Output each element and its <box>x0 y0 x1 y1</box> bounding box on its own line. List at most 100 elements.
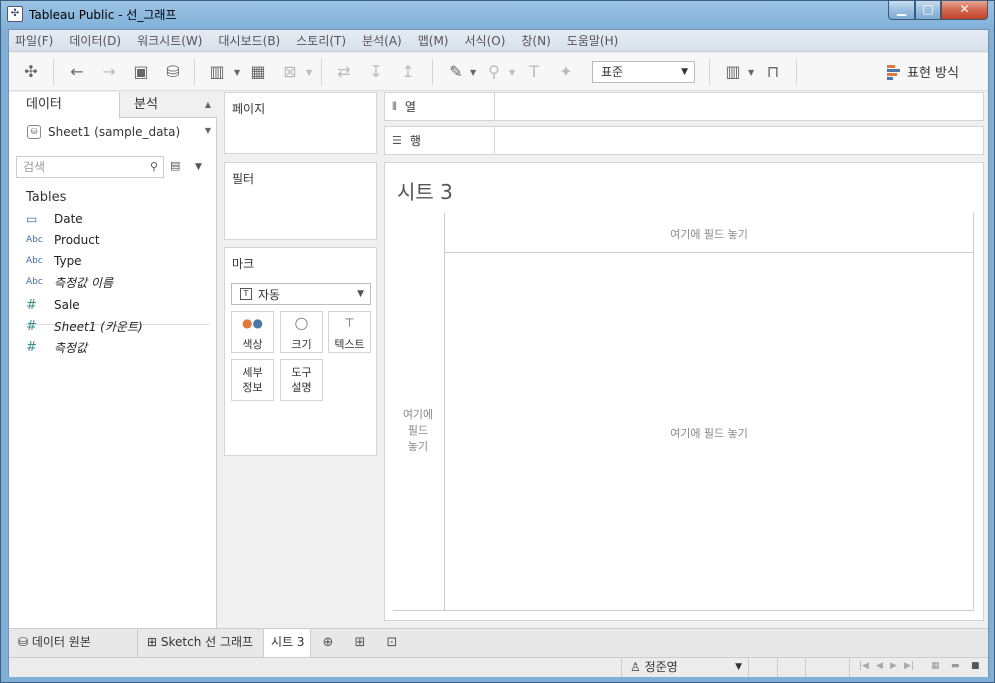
tabs-view-icon[interactable]: ■ <box>971 661 980 671</box>
text-button[interactable]: ⊤ 텍스트 <box>328 311 371 353</box>
redo-icon[interactable]: → <box>98 61 120 83</box>
previous-sheet-icon[interactable]: ◀ <box>876 661 883 671</box>
field-type[interactable]: Abc Type <box>26 251 82 271</box>
chevron-down-icon[interactable]: ▼ <box>748 68 755 77</box>
menu-file[interactable]: 파일(F) <box>15 32 53 49</box>
data-source-item[interactable]: ⛁ Sheet1 (sample_data) <box>27 125 180 139</box>
grid-view-icon[interactable]: ▦ <box>931 661 940 671</box>
color-button[interactable]: ●● 색상 <box>231 311 274 353</box>
duplicate-sheet-icon[interactable]: ▦ <box>247 61 269 83</box>
show-cards-icon[interactable]: ▥ <box>722 61 744 83</box>
number-type-icon: # <box>26 318 37 334</box>
fit-select-value: 표준 <box>601 65 624 79</box>
field-search-input[interactable]: 검색 ⚲ <box>16 156 164 178</box>
view-gridline <box>973 213 974 611</box>
group-members-icon[interactable]: ⚲ <box>483 61 505 83</box>
size-button[interactable]: ◯ 크기 <box>280 311 323 353</box>
menu-format[interactable]: 서식(O) <box>465 32 506 49</box>
close-button[interactable]: ✕ <box>941 1 988 20</box>
menu-worksheet[interactable]: 워크시트(W) <box>137 32 202 49</box>
tab-data[interactable]: 데이터 <box>9 92 120 119</box>
clear-sheet-icon[interactable]: ⊠ <box>279 61 301 83</box>
fit-select[interactable]: 표준 ▼ <box>592 61 695 83</box>
new-story-icon[interactable]: ⊡ <box>381 633 403 653</box>
tab-data-source[interactable]: ⛁ 데이터 원본 <box>9 629 138 657</box>
data-source-name: Sheet1 (sample_data) <box>48 125 181 139</box>
menu-analysis[interactable]: 분석(A) <box>362 32 402 49</box>
filters-card[interactable]: 필터 <box>224 162 377 240</box>
color-icon: ●● <box>242 316 263 330</box>
sheet-tab-bar: ⛁ 데이터 원본 ⊞ Sketch 선 그래프 시트 3 ⊕ ⊞ ⊡ <box>9 628 988 657</box>
pages-card[interactable]: 페이지 <box>224 92 377 154</box>
field-measure-values[interactable]: # 측정값 <box>26 337 87 357</box>
worksheet-view[interactable]: 시트 3 여기에 필드 놓기 여기에 필드 놓기 여기에 필드 놓기 <box>384 162 984 621</box>
tab-analysis[interactable]: 분석 ▲ ▼ <box>120 92 217 135</box>
drop-field-left[interactable]: 여기에 필드 놓기 <box>393 407 443 455</box>
field-record-count[interactable]: # Sheet1 (카운트) <box>26 316 143 336</box>
presentation-mode-icon[interactable]: ⊓ <box>762 61 784 83</box>
detail-button[interactable]: 세부 정보 <box>231 359 274 401</box>
database-icon: ⛁ <box>18 635 32 649</box>
chevron-down-icon[interactable]: ▼ <box>509 68 516 77</box>
filmstrip-view-icon[interactable]: ▬ <box>951 661 960 671</box>
drop-field-top[interactable]: 여기에 필드 놓기 <box>444 226 974 242</box>
mark-type-dropdown[interactable]: T 자동 ▼ <box>231 283 371 305</box>
next-sheet-icon[interactable]: ▶ <box>890 661 897 671</box>
new-data-source-icon[interactable]: ⛁ <box>162 61 184 83</box>
sheet-title[interactable]: 시트 3 <box>397 176 453 205</box>
menu-map[interactable]: 맵(M) <box>418 32 449 49</box>
save-icon[interactable]: ▣ <box>130 61 152 83</box>
field-sale[interactable]: # Sale <box>26 295 80 315</box>
first-sheet-icon[interactable]: |◀ <box>859 661 869 671</box>
new-dashboard-icon[interactable]: ⊞ <box>349 633 371 653</box>
chevron-down-icon[interactable]: ▼ <box>234 68 241 77</box>
field-product[interactable]: Abc Product <box>26 230 100 250</box>
field-date[interactable]: ▭ Date <box>26 209 83 229</box>
detail-label-1: 세부 <box>242 366 263 379</box>
show-me-icon <box>887 64 901 80</box>
user-menu[interactable]: ♙ 정준영 ▼ <box>621 658 749 677</box>
field-name: Sheet1 (카운트) <box>54 319 143 334</box>
toolbar: ✣ ← → ▣ ⛁ ▥ ▼ ▦ ⊠ ▼ ⇄ ↧ ↥ ✎ ▼ ⚲ ▼ T ✦ 표준 <box>9 53 988 91</box>
menu-dashboard[interactable]: 대시보드(B) <box>218 32 280 49</box>
toolbar-separator <box>796 59 797 85</box>
data-source-icon: ⛁ <box>27 125 41 139</box>
chevron-down-icon: ▼ <box>681 67 688 77</box>
show-me-button[interactable]: 표현 방식 <box>887 62 959 81</box>
size-label: 크기 <box>291 338 312 351</box>
drop-field-center[interactable]: 여기에 필드 놓기 <box>444 425 974 441</box>
undo-icon[interactable]: ← <box>66 61 88 83</box>
tableau-home-icon[interactable]: ✣ <box>20 61 42 83</box>
string-type-icon: Abc <box>26 256 43 266</box>
toolbar-separator <box>53 59 54 85</box>
show-labels-icon[interactable]: T <box>523 61 545 83</box>
new-worksheet-icon[interactable]: ⊕ <box>317 633 339 653</box>
sort-ascending-icon[interactable]: ↧ <box>365 61 387 83</box>
menu-data[interactable]: 데이터(D) <box>69 32 121 49</box>
swap-rows-columns-icon[interactable]: ⇄ <box>333 61 355 83</box>
field-name: Date <box>54 212 83 226</box>
maximize-button[interactable]: □ <box>915 1 941 20</box>
field-measure-names[interactable]: Abc 측정값 이름 <box>26 272 113 292</box>
columns-shelf[interactable]: ⦀ 열 <box>384 92 984 121</box>
text-mark-icon: T <box>240 288 252 300</box>
tab-sheet-3[interactable]: 시트 3 <box>264 629 311 657</box>
new-worksheet-icon[interactable]: ▥ <box>206 61 228 83</box>
chevron-down-icon[interactable]: ▼ <box>306 68 313 77</box>
chevron-down-icon[interactable]: ▼ <box>195 162 202 172</box>
pin-axes-icon[interactable]: ✦ <box>555 61 577 83</box>
list-view-icon[interactable]: ▤ <box>170 160 183 172</box>
filters-card-title: 필터 <box>232 172 255 186</box>
highlight-icon[interactable]: ✎ <box>445 61 467 83</box>
last-sheet-icon[interactable]: ▶| <box>904 661 914 671</box>
tooltip-button[interactable]: 도구 설명 <box>280 359 323 401</box>
tab-sketch-line-chart[interactable]: ⊞ Sketch 선 그래프 <box>138 629 264 657</box>
rows-shelf[interactable]: ☰ 행 <box>384 126 984 155</box>
minimize-button[interactable]: ▁ <box>888 1 915 20</box>
menu-story[interactable]: 스토리(T) <box>296 32 346 49</box>
chevron-down-icon[interactable]: ▼ <box>470 68 477 77</box>
sort-descending-icon[interactable]: ↥ <box>397 61 419 83</box>
marks-card: 마크 T 자동 ▼ ●● 색상 ◯ 크기 ⊤ 텍스트 세부 정보 도구 설명 <box>224 247 377 456</box>
menu-window[interactable]: 창(N) <box>521 32 550 49</box>
menu-help[interactable]: 도움말(H) <box>567 32 619 49</box>
